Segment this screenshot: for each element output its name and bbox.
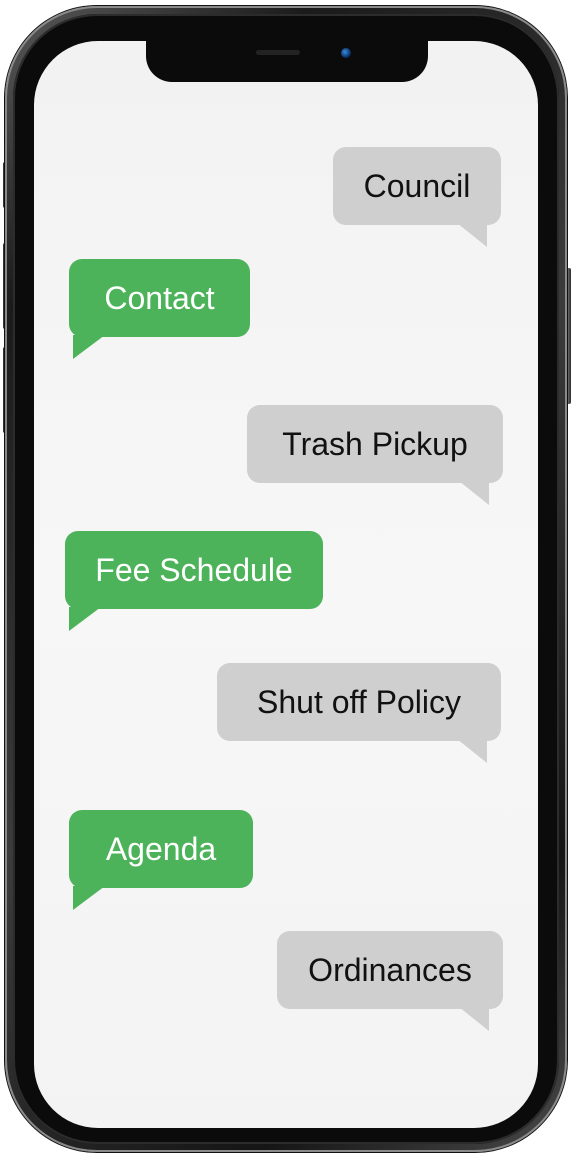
bubble-tail: [459, 481, 489, 505]
message-text: Trash Pickup: [282, 426, 468, 462]
message-bubble-contact[interactable]: Contact: [69, 259, 250, 359]
bubble-tail: [457, 223, 487, 247]
bubble-tail: [73, 886, 105, 910]
message-bubble-council[interactable]: Council: [333, 147, 501, 247]
message-text: Contact: [104, 280, 215, 316]
message-bubble-shut-off-policy[interactable]: Shut off Policy: [217, 663, 501, 763]
message-bubble-ordinances[interactable]: Ordinances: [277, 931, 503, 1031]
bubble-tail: [69, 607, 101, 631]
message-text: Shut off Policy: [257, 684, 461, 720]
message-text: Ordinances: [308, 952, 472, 988]
message-bubble-fee-schedule[interactable]: Fee Schedule: [65, 531, 323, 631]
phone-mockup: Council Contact Trash Pickup Fee Schedul…: [0, 0, 574, 1156]
message-text: Agenda: [105, 831, 217, 867]
front-camera-icon: [341, 48, 351, 58]
message-bubble-agenda[interactable]: Agenda: [69, 810, 253, 910]
bubble-tail: [457, 739, 487, 763]
notch: [146, 36, 428, 82]
message-bubble-trash-pickup[interactable]: Trash Pickup: [247, 405, 503, 505]
bubble-tail: [459, 1007, 489, 1031]
message-text: Council: [363, 168, 471, 204]
speaker-grille: [256, 50, 300, 55]
message-text: Fee Schedule: [95, 552, 293, 588]
bubble-tail: [73, 335, 105, 359]
